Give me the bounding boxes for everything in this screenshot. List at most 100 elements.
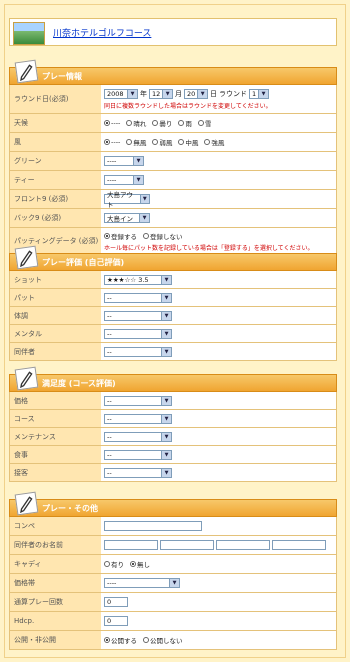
satisfaction-row: 価格 -- ▼	[10, 392, 336, 410]
price-band-select[interactable]: ---- ▼	[104, 578, 180, 588]
putting-option[interactable]: 登録しない	[143, 231, 183, 241]
companions-row: 同伴者のお名前	[10, 536, 336, 555]
section-header: 満足度 (コース評価)	[9, 366, 337, 392]
field-label: 通算プレー回数	[10, 593, 101, 611]
front9-row: フロント9 (必須) 大島アウト ▼	[10, 190, 336, 209]
year-select[interactable]: 2008 ▼	[104, 88, 138, 99]
satisfaction-select[interactable]: -- ▼	[104, 467, 172, 478]
rating-row: 同伴者 -- ▼	[10, 343, 336, 361]
field-label: 価格	[10, 392, 101, 409]
back9-select[interactable]: 大島イン ▼	[104, 213, 150, 223]
section-title: プレー評価 (自己評価)	[42, 258, 125, 267]
price-band-row: 価格帯 ---- ▼	[10, 574, 336, 593]
putting-row: パッティングデータ (必須) 登録する 登録しない ホール毎にパット数を記録して…	[10, 228, 336, 255]
field-label: バック9 (必須)	[10, 209, 101, 227]
weather-option[interactable]: ----	[104, 119, 120, 127]
companion-input[interactable]	[272, 540, 326, 550]
satisfaction-select[interactable]: -- ▼	[104, 449, 172, 460]
wind-option[interactable]: ----	[104, 138, 120, 146]
tee-row: ティー ---- ▼	[10, 171, 336, 190]
play-rating-section: プレー評価 (自己評価) ショット ★★★☆☆ 3.5 ▼ パット -- ▼ 体調 …	[9, 245, 337, 361]
weather-option[interactable]: 曇り	[152, 118, 172, 128]
green-row: グリーン ---- ▼	[10, 152, 336, 171]
pencil-memo-icon	[14, 245, 39, 270]
satisfaction-row: 食事 -- ▼	[10, 446, 336, 464]
satisfaction-row: メンテナンス -- ▼	[10, 428, 336, 446]
section-header: プレー評価 (自己評価)	[9, 245, 337, 271]
round-label: ラウンド	[219, 89, 247, 98]
weather-option[interactable]: 晴れ	[126, 118, 146, 128]
compe-input[interactable]	[104, 521, 202, 531]
satisfaction-select[interactable]: -- ▼	[104, 431, 172, 442]
caddie-option[interactable]: 有り	[104, 559, 124, 569]
field-label: 公開・非公開	[10, 631, 101, 649]
pencil-memo-icon	[14, 491, 39, 516]
weather-row: 天候 ---- 晴れ 曇り 雨 雪	[10, 114, 336, 133]
total-rounds-row: 通算プレー回数 0	[10, 593, 336, 612]
rating-select[interactable]: -- ▼	[104, 292, 172, 303]
field-label: Hdcp.	[10, 612, 101, 630]
month-select[interactable]: 12 ▼	[149, 88, 173, 99]
satisfaction-row: 接客 -- ▼	[10, 464, 336, 482]
day-select[interactable]: 20 ▼	[184, 88, 208, 99]
field-label: パット	[10, 289, 101, 306]
course-name-link[interactable]: 川奈ホテルゴルフコース	[53, 26, 151, 39]
field-label: コース	[10, 410, 101, 427]
section-header: プレー・その他	[9, 491, 337, 517]
section-title: プレー情報	[42, 72, 82, 81]
section-title: プレー・その他	[42, 504, 98, 513]
caddie-row: キャディ 有り 無し	[10, 555, 336, 574]
rating-row: メンタル -- ▼	[10, 325, 336, 343]
field-label: 同伴者	[10, 343, 101, 360]
back9-row: バック9 (必須) 大島イン ▼	[10, 209, 336, 228]
field-label: 風	[10, 133, 101, 151]
caddie-option[interactable]: 無し	[130, 559, 150, 569]
visibility-row: 公開・非公開 公開する 公開しない	[10, 631, 336, 650]
hdcp-row: Hdcp. 0	[10, 612, 336, 631]
front9-select[interactable]: 大島アウト ▼	[104, 191, 150, 209]
field-label: 天候	[10, 114, 101, 132]
field-label: 価格帯	[10, 574, 101, 592]
field-label: メンタル	[10, 325, 101, 342]
weather-option[interactable]: 雪	[197, 118, 211, 128]
field-label: コンペ	[10, 517, 101, 535]
satisfaction-section: 満足度 (コース評価) 価格 -- ▼ コース -- ▼ メンテナンス -- ▼ 食事…	[9, 366, 337, 482]
day-unit: 日	[210, 89, 217, 98]
hdcp-input[interactable]: 0	[104, 616, 128, 626]
rating-select[interactable]: ★★★☆☆ 3.5 ▼	[104, 274, 172, 285]
rating-select[interactable]: -- ▼	[104, 346, 172, 357]
satisfaction-select[interactable]: -- ▼	[104, 395, 172, 406]
satisfaction-select[interactable]: -- ▼	[104, 413, 172, 424]
rating-select[interactable]: -- ▼	[104, 328, 172, 339]
field-label: メンテナンス	[10, 428, 101, 445]
rating-row: パット -- ▼	[10, 289, 336, 307]
visibility-option[interactable]: 公開する	[104, 635, 137, 645]
putting-option[interactable]: 登録する	[104, 231, 137, 241]
total-rounds-input[interactable]: 0	[104, 597, 128, 607]
field-label: 体調	[10, 307, 101, 324]
wind-option[interactable]: 無風	[126, 137, 146, 147]
visibility-option[interactable]: 公開しない	[143, 635, 183, 645]
course-header: 川奈ホテルゴルフコース	[9, 18, 337, 46]
companion-input[interactable]	[216, 540, 270, 550]
rating-row: 体調 -- ▼	[10, 307, 336, 325]
rating-select[interactable]: -- ▼	[104, 310, 172, 321]
wind-option[interactable]: 中風	[178, 137, 198, 147]
weather-option[interactable]: 雨	[178, 118, 192, 128]
wind-option[interactable]: 強風	[204, 137, 224, 147]
rating-row: ショット ★★★☆☆ 3.5 ▼	[10, 271, 336, 289]
field-label: フロント9 (必須)	[10, 190, 101, 208]
companion-input[interactable]	[160, 540, 214, 550]
tee-select[interactable]: ---- ▼	[104, 175, 144, 185]
round-select[interactable]: 1 ▼	[249, 88, 269, 99]
companion-input[interactable]	[104, 540, 158, 550]
green-select[interactable]: ---- ▼	[104, 156, 144, 166]
pencil-memo-icon	[14, 366, 39, 391]
course-thumbnail	[13, 22, 45, 45]
field-label: グリーン	[10, 152, 101, 170]
field-label: ティー	[10, 171, 101, 189]
month-unit: 月	[175, 89, 182, 98]
field-label: 食事	[10, 446, 101, 463]
wind-row: 風 ---- 無風 弱風 中風 強風	[10, 133, 336, 152]
wind-option[interactable]: 弱風	[152, 137, 172, 147]
